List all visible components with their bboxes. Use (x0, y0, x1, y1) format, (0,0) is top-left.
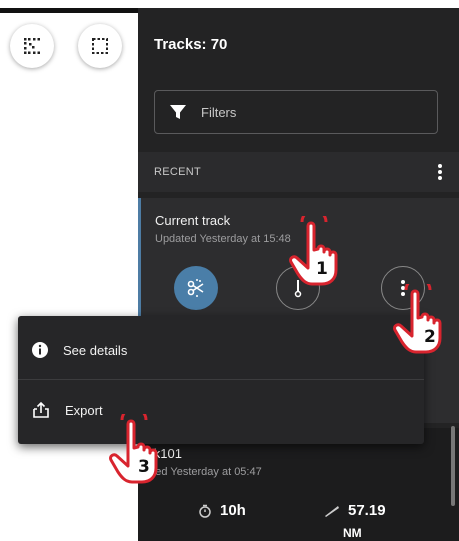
track-route-button[interactable] (174, 266, 218, 310)
track-updated: Updated Yesterday at 15:48 (155, 233, 291, 245)
filter-icon (170, 105, 186, 119)
step-number: 1 (316, 259, 328, 279)
ruler-icon (325, 505, 339, 517)
rectangle-select-icon (92, 38, 108, 54)
distance-value: 57.19 (348, 502, 386, 519)
duration-stat: 10h (198, 502, 246, 519)
tap-hand-pointer-3: 3 (108, 406, 164, 486)
menu-item-see-details[interactable]: See details (18, 320, 424, 380)
cut-track-icon (187, 279, 204, 297)
map-top-bar (0, 8, 138, 13)
more-vertical-icon[interactable] (437, 163, 443, 181)
tap-hand-pointer-2: 2 (392, 276, 448, 356)
info-icon (32, 342, 48, 358)
distance-unit: NM (343, 526, 362, 540)
export-icon (33, 401, 49, 418)
menu-item-label: See details (63, 342, 128, 358)
tap-hand-icon (109, 406, 158, 484)
recent-section-header: RECENT (138, 152, 459, 192)
stopwatch-icon (199, 504, 211, 518)
tap-hand-icon (393, 276, 442, 354)
tap-hand-pointer-1: 1 (288, 208, 344, 288)
scrollbar-thumb[interactable] (451, 426, 455, 506)
lasso-select-icon (24, 38, 40, 54)
step-number: 3 (138, 457, 150, 477)
track-list-item[interactable]: ack101 dated Yesterday at 05:47 10h 57.1… (138, 428, 459, 541)
rectangle-select-tool-button[interactable] (78, 24, 122, 68)
menu-item-export[interactable]: Export (18, 380, 424, 440)
track-name: Current track (155, 213, 231, 228)
lasso-select-tool-button[interactable] (10, 24, 54, 68)
track-context-menu: See details Export (18, 316, 424, 444)
filters-button[interactable]: Filters (154, 90, 438, 134)
menu-item-label: Export (65, 402, 103, 418)
distance-stat: 57.19 (324, 502, 386, 519)
recent-label: RECENT (154, 166, 202, 178)
panel-title: Tracks: 70 (154, 36, 228, 53)
filters-label: Filters (201, 104, 237, 120)
step-number: 2 (424, 327, 436, 347)
duration-value: 10h (220, 502, 246, 519)
